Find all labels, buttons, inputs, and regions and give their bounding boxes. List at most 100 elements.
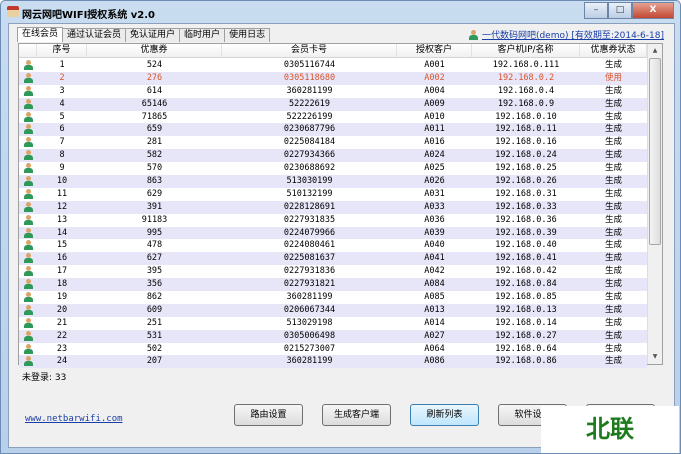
cell-index: 19 (56, 292, 68, 303)
col-icon (19, 44, 37, 57)
col-coupon[interactable]: 优惠券 (87, 44, 222, 57)
cell-coupon: 570 (146, 163, 163, 174)
tab-verified-members[interactable]: 通过认证会员 (62, 28, 127, 42)
table-row[interactable]: 1 524 0305116744 A001 192.168.0.111 生成 (19, 59, 647, 72)
table-row[interactable]: 16 627 0225081637 A041 192.168.0.41 生成 (19, 252, 647, 266)
cell-status: 生成 (604, 227, 622, 238)
table-row[interactable]: 20 609 0206067344 A013 192.168.0.13 生成 (19, 303, 647, 317)
tab-temp-users[interactable]: 临时用户 (179, 28, 226, 42)
table-row[interactable]: 21 251 513029198 A014 192.168.0.14 生成 (19, 317, 647, 330)
col-index[interactable]: 序号 (37, 44, 87, 57)
table-row[interactable]: 6 659 0230687796 A011 192.168.0.11 生成 (19, 123, 647, 137)
user-icon (468, 29, 478, 40)
cell-coupon: 524 (146, 60, 163, 70)
cell-status: 生成 (604, 304, 622, 315)
scroll-thumb[interactable] (649, 58, 661, 245)
table-header: 序号 优惠券 会员卡号 授权客户 客户机IP/名称 优惠券状态 (19, 44, 647, 58)
table-row[interactable]: 17 395 0227931836 A042 192.168.0.42 生成 (19, 265, 647, 278)
cell-client: A064 (424, 343, 445, 354)
table-row[interactable]: 8 582 0227934366 A024 192.168.0.24 生成 (19, 149, 647, 163)
table-row[interactable]: 13 91183 0227931835 A036 192.168.0.36 生成 (19, 214, 647, 227)
account-link-text: 一代数码网吧(demo) [有效期至:2014-6-18] (481, 31, 664, 41)
table-row[interactable]: 12 391 0228128691 A033 192.168.0.33 生成 (19, 200, 647, 214)
table-body: 1 524 0305116744 A001 192.168.0.111 生成 2 276 030… (19, 59, 647, 369)
table-row[interactable]: 24 207 360281199 A086 192.168.0.86 生成 (19, 355, 647, 369)
generate-client-button[interactable]: 生成客户端 (322, 404, 391, 426)
minimize-button[interactable]: – (584, 2, 608, 19)
cell-ip: 192.168.0.27 (495, 330, 557, 341)
table-row[interactable]: 10 863 513030199 A026 192.168.0.26 生成 (19, 175, 647, 188)
col-client[interactable]: 授权客户 (397, 44, 472, 57)
website-link[interactable]: www.netbarwifi.com (25, 414, 123, 424)
cell-coupon: 395 (146, 266, 163, 277)
cell-ip: 192.168.0.25 (495, 163, 557, 174)
cell-ip: 192.168.0.33 (495, 201, 557, 212)
col-card[interactable]: 会员卡号 (222, 44, 397, 57)
cell-status: 生成 (604, 253, 622, 264)
col-ip[interactable]: 客户机IP/名称 (472, 44, 580, 57)
cell-card: 0305118680 (283, 72, 336, 83)
table-row[interactable]: 22 531 0305006498 A027 192.168.0.27 生成 (19, 329, 647, 343)
cell-card: 0227931835 (283, 214, 336, 225)
table-row[interactable]: 23 502 0215273007 A064 192.168.0.64 生成 (19, 343, 647, 356)
cell-card: 0225081637 (283, 253, 336, 264)
cell-client: A004 (424, 85, 445, 96)
cell-card: 0224080461 (283, 240, 336, 251)
tab-bar: 在线会员 通过认证会员 免认证用户 临时用户 使用日志 (17, 27, 271, 42)
refresh-list-button[interactable]: 刷新列表 (410, 404, 479, 426)
cell-coupon: 207 (146, 356, 163, 367)
vertical-scrollbar[interactable]: ▲ ▼ (647, 44, 662, 364)
table-row[interactable]: 14 995 0224079966 A039 192.168.0.39 生成 (19, 226, 647, 240)
tab-usage-log[interactable]: 使用日志 (224, 28, 271, 42)
table-row[interactable]: 2 276 0305118680 A002 192.168.0.2 使用 (19, 71, 647, 85)
cell-coupon: 478 (146, 240, 163, 251)
cell-card: 0230687796 (283, 124, 336, 135)
cell-coupon: 627 (146, 253, 163, 264)
close-button[interactable]: X (632, 2, 674, 19)
col-status[interactable]: 优惠券状态 (580, 44, 647, 57)
app-icon (7, 6, 19, 17)
cell-coupon: 614 (146, 85, 163, 96)
cell-index: 24 (56, 356, 68, 367)
cell-ip: 192.168.0.84 (495, 279, 557, 290)
table-row[interactable]: 7 281 0225084184 A016 192.168.0.16 生成 (19, 136, 647, 149)
cell-card: 0228128691 (283, 201, 336, 212)
table-row[interactable]: 18 356 0227931821 A084 192.168.0.84 生成 (19, 278, 647, 292)
table-row[interactable]: 15 478 0224080461 A040 192.168.0.40 生成 (19, 239, 647, 252)
cell-index: 17 (56, 266, 68, 277)
app-window: 网云网吧WIFI授权系统 v2.0 – □ X 在线会员 通过认证会员 免认证用… (0, 0, 681, 454)
member-icon (19, 98, 37, 111)
cell-client: A011 (424, 124, 445, 135)
scroll-up-icon[interactable]: ▲ (648, 44, 662, 58)
member-table: 序号 优惠券 会员卡号 授权客户 客户机IP/名称 优惠券状态 1 524 0305… (18, 43, 663, 369)
tab-online-members[interactable]: 在线会员 (17, 27, 64, 42)
table-row[interactable]: 11 629 510132199 A031 192.168.0.31 生成 (19, 188, 647, 201)
cell-index: 15 (56, 240, 68, 251)
table-row[interactable]: 3 614 360281199 A004 192.168.0.4 生成 (19, 85, 647, 98)
member-icon (19, 188, 37, 201)
cell-status: 生成 (604, 330, 622, 341)
table-row[interactable]: 4 65146 52222619 A009 192.168.0.9 生成 (19, 97, 647, 111)
member-icon (19, 278, 37, 291)
cell-index: 8 (59, 150, 65, 161)
cell-coupon: 609 (146, 304, 163, 315)
cell-status: 生成 (604, 98, 622, 109)
router-settings-button[interactable]: 路由设置 (234, 404, 303, 426)
cell-card: 360281199 (286, 356, 333, 367)
cell-status: 生成 (604, 85, 622, 96)
cell-ip: 192.168.0.2 (497, 72, 555, 83)
cell-status: 生成 (604, 292, 622, 303)
maximize-button[interactable]: □ (608, 2, 632, 19)
cell-ip: 192.168.0.111 (492, 60, 560, 70)
account-link[interactable]: 一代数码网吧(demo) [有效期至:2014-6-18] (468, 28, 664, 41)
cell-index: 20 (56, 304, 68, 315)
cell-index: 2 (59, 72, 65, 83)
tab-exempt-users[interactable]: 免认证用户 (125, 28, 181, 42)
table-row[interactable]: 19 862 360281199 A085 192.168.0.85 生成 (19, 291, 647, 304)
table-row[interactable]: 9 570 0230688692 A025 192.168.0.25 生成 (19, 162, 647, 175)
scroll-down-icon[interactable]: ▼ (648, 350, 662, 364)
table-row[interactable]: 5 71865 522226199 A010 192.168.0.10 生成 (19, 111, 647, 124)
cell-ip: 192.168.0.86 (495, 356, 557, 367)
cell-status: 生成 (604, 214, 622, 225)
member-icon (19, 265, 37, 278)
